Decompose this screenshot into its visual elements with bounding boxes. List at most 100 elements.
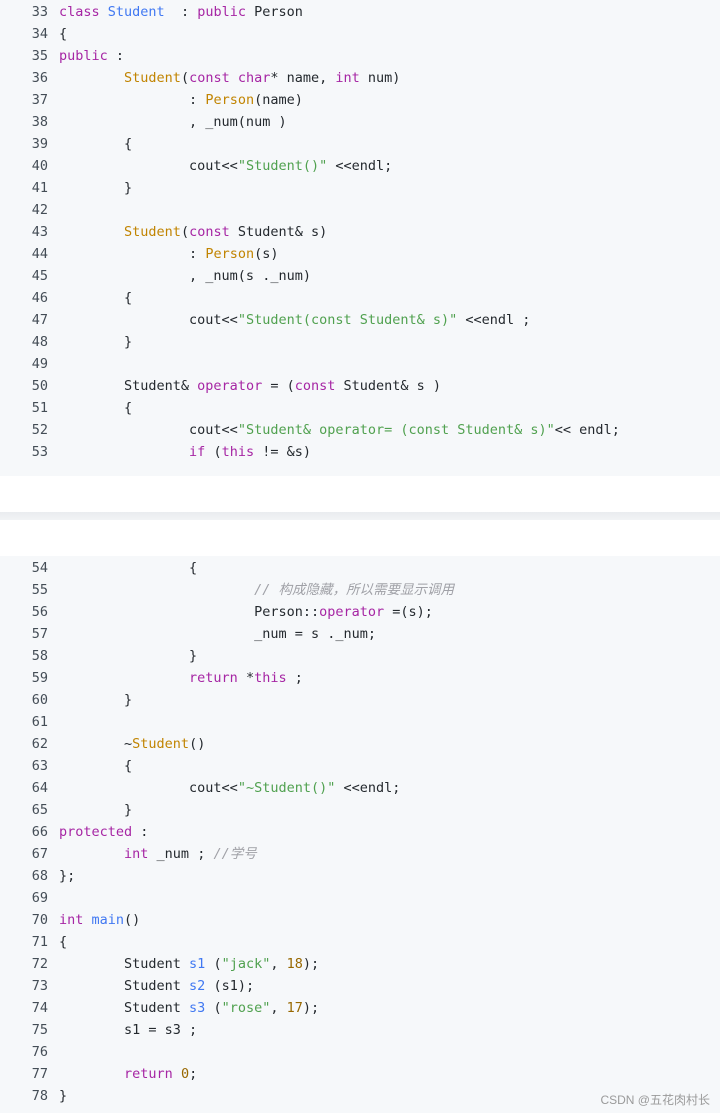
line-number: 45 <box>31 268 48 284</box>
line-number: 49 <box>31 356 48 372</box>
code-token: ( <box>205 444 222 460</box>
code-text: Student s2 (s1); <box>59 975 254 997</box>
code-token: { <box>59 400 133 416</box>
line-number: 71 <box>31 934 48 950</box>
code-line: 75 s1 = s3 ; <box>0 1019 720 1041</box>
code-token: , _num(num ) <box>59 114 287 130</box>
code-token: , <box>270 1000 287 1016</box>
code-lines-1: 33 class Student : public Person 34 {35 publ… <box>0 1 720 463</box>
code-token: : <box>107 48 125 64</box>
code-line: 72 Student s1 ("jack", 18); <box>0 953 720 975</box>
code-text: s1 = s3 ; <box>59 1019 197 1041</box>
code-line: 49 <box>0 353 720 375</box>
code-token: }; <box>59 868 76 884</box>
code-token: <<endl; <box>335 780 401 796</box>
code-line: 40 cout<<"Student()" <<endl; <box>0 155 720 177</box>
code-token: 18 <box>286 956 303 972</box>
code-token: : <box>59 246 206 262</box>
code-token: class <box>59 4 108 20</box>
code-token: () <box>189 736 206 752</box>
code-line: 50 Student& operator = (const Student& s… <box>0 375 720 397</box>
code-block-1: 33 class Student : public Person 34 {35 publ… <box>0 0 720 476</box>
code-lines-2: 54 {55 // 构成隐藏，所以需要显示调用 56 Person::operat… <box>0 557 720 1107</box>
code-text: Student s3 ("rose", 17); <box>59 997 319 1019</box>
code-token: Student <box>124 70 181 86</box>
code-token: ( <box>205 1000 222 1016</box>
code-line: 69 <box>0 887 720 909</box>
line-number: 42 <box>31 202 48 218</box>
code-text: { <box>59 755 132 777</box>
code-token: "~Student()" <box>237 780 336 796</box>
code-token: int <box>124 846 149 862</box>
code-line: 47 cout<<"Student(const Student& s)" <<e… <box>0 309 720 331</box>
code-token: this <box>254 670 287 686</box>
code-line: 36 Student(const char* name, int num) <box>0 67 720 89</box>
line-number: 60 <box>31 692 48 708</box>
code-token: protected <box>59 824 133 840</box>
code-token: (s1); <box>205 978 255 994</box>
code-token: cout<< <box>59 312 238 328</box>
code-text: , _num(s ._num) <box>59 265 311 287</box>
line-number: 76 <box>31 1044 48 1060</box>
line-number: 56 <box>31 604 48 620</box>
line-number: 39 <box>31 136 48 152</box>
code-token: cout<< <box>59 780 238 796</box>
line-number: 54 <box>31 560 48 576</box>
line-number: 62 <box>31 736 48 752</box>
code-token: const <box>189 224 230 240</box>
code-line: 63 { <box>0 755 720 777</box>
code-text: Student(const Student& s) <box>59 221 327 243</box>
line-number: 77 <box>31 1066 48 1082</box>
code-token: _num ; <box>148 846 214 862</box>
code-text: return *this ; <box>59 667 303 689</box>
code-text: cout<<"Student& operator= (const Student… <box>59 419 620 441</box>
code-line: 54 { <box>0 557 720 579</box>
line-number: 59 <box>31 670 48 686</box>
code-line: 70 int main() <box>0 909 720 931</box>
line-number: 51 <box>31 400 48 416</box>
code-line: 42 <box>0 199 720 221</box>
code-token: int <box>335 70 360 86</box>
code-text: Person::operator =(s); <box>59 601 433 623</box>
code-text: } <box>59 177 132 199</box>
code-token: s3 <box>189 1000 206 1016</box>
code-line: 46 { <box>0 287 720 309</box>
line-number: 38 <box>31 114 48 130</box>
code-text: , _num(num ) <box>59 111 287 133</box>
code-token: Student <box>132 736 190 752</box>
code-token: , _num(s ._num) <box>59 268 311 284</box>
line-number: 41 <box>31 180 48 196</box>
code-text: } <box>59 331 132 353</box>
line-number: 74 <box>31 1000 48 1016</box>
code-text: { <box>59 931 67 953</box>
code-line: 43 Student(const Student& s) <box>0 221 720 243</box>
line-number: 36 <box>31 70 48 86</box>
code-token: , <box>270 956 287 972</box>
code-token: =(s); <box>384 604 433 620</box>
code-token: const <box>294 378 336 394</box>
code-text: cout<<"Student()" <<endl; <box>59 155 392 177</box>
code-token: Student <box>59 956 190 972</box>
code-line: 37 : Person(name) <box>0 89 720 111</box>
code-text: protected : <box>59 821 148 843</box>
code-text: } <box>59 799 132 821</box>
code-line: 61 <box>0 711 720 733</box>
code-text: { <box>59 23 67 45</box>
separator-shadow <box>0 512 720 520</box>
code-token: } <box>59 1088 68 1104</box>
code-token: "Student& operator= (const Student& s)" <box>237 422 555 438</box>
code-token: } <box>59 648 198 664</box>
code-text: public : <box>59 45 124 67</box>
code-token: s2 <box>189 978 206 994</box>
code-line: 57 _num = s ._num; <box>0 623 720 645</box>
code-token: ); <box>302 956 320 972</box>
code-token: << endl; <box>554 422 620 438</box>
code-line: 65 } <box>0 799 720 821</box>
code-text: } <box>59 689 132 711</box>
code-line: 34 { <box>0 23 720 45</box>
code-token: : <box>132 824 149 840</box>
code-text: Student s1 ("jack", 18); <box>59 953 319 975</box>
